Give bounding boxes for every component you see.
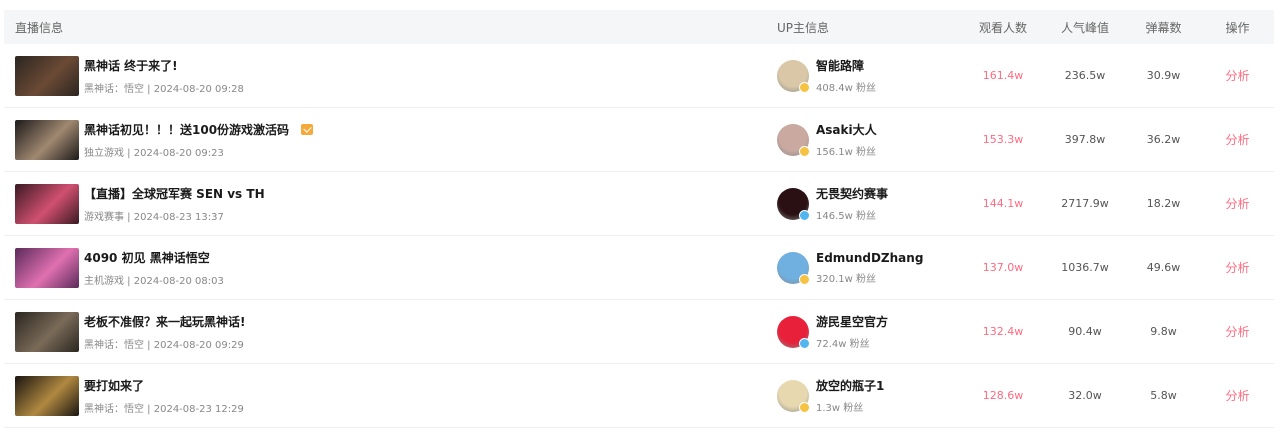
header-up-info: UP主信息 (777, 20, 830, 35)
live-thumbnail[interactable] (15, 247, 79, 288)
analyze-button[interactable]: 分析 (1201, 323, 1274, 340)
live-info-cell[interactable]: 黑神话 终于来了! 黑神话：悟空 | 2024-08-20 09:28 (4, 55, 772, 96)
fans-count: 146.5w 粉丝 (816, 211, 876, 222)
up-name[interactable]: EdmundDZhang (816, 251, 923, 265)
viewers-count: 132.4w (982, 325, 1024, 338)
verified-icon (799, 337, 810, 349)
live-category-time: 独立游戏 | 2024-08-20 09:23 (84, 147, 224, 159)
fans-count: 320.1w 粉丝 (816, 273, 876, 285)
live-thumbnail[interactable] (15, 311, 79, 352)
analyze-button[interactable]: 分析 (1201, 387, 1274, 404)
table-row[interactable]: 黑神话 终于来了! 黑神话：悟空 | 2024-08-20 09:28 智能路障… (4, 44, 1274, 108)
table-header: 直播信息 UP主信息 观看人数 人气峰值 弹幕数 操作 (4, 10, 1274, 44)
avatar[interactable] (777, 123, 810, 157)
up-info-cell[interactable]: 放空的瓶子1 1.3w 粉丝 (772, 377, 962, 414)
verified-icon (799, 401, 810, 413)
live-info-cell[interactable]: 黑神话初见！！！送100份游戏激活码 独立游戏 | 2024-08-20 09:… (4, 119, 772, 160)
live-info-cell[interactable]: 要打如来了 黑神话：悟空 | 2024-08-23 12:29 (4, 375, 772, 416)
live-thumbnail[interactable] (15, 375, 79, 416)
header-danmaku: 弹幕数 (1145, 20, 1182, 35)
table-row[interactable]: 要打如来了 黑神话：悟空 | 2024-08-23 12:29 放空的瓶子1 1… (4, 364, 1274, 428)
danmaku-count: 30.9w (1146, 69, 1181, 82)
up-info-cell[interactable]: 游民星空官方 72.4w 粉丝 (772, 313, 962, 350)
reward-bag-icon (301, 123, 314, 135)
up-name[interactable]: 游民星空官方 (816, 313, 888, 330)
up-name[interactable]: 智能路障 (816, 57, 876, 74)
verified-icon (799, 209, 810, 221)
live-thumbnail[interactable] (15, 183, 79, 224)
fans-count: 156.1w 粉丝 (816, 147, 876, 158)
analyze-button[interactable]: 分析 (1201, 259, 1274, 276)
live-title[interactable]: 【直播】全球冠军赛 SEN vs TH (84, 185, 265, 202)
header-action: 操作 (1225, 20, 1250, 35)
peak-count: 32.0w (1068, 389, 1102, 402)
danmaku-count: 18.2w (1146, 197, 1181, 210)
peak-count: 90.4w (1068, 325, 1102, 338)
up-info-cell[interactable]: Asaki大人 156.1w 粉丝 (772, 121, 962, 158)
live-category-time: 黑神话：悟空 | 2024-08-23 12:29 (84, 403, 244, 415)
viewers-count: 137.0w (982, 261, 1024, 274)
live-thumbnail[interactable] (15, 55, 79, 96)
peak-count: 236.5w (1064, 69, 1106, 82)
avatar[interactable] (777, 187, 810, 221)
danmaku-count: 5.8w (1150, 389, 1177, 402)
avatar[interactable] (777, 251, 810, 285)
live-category-time: 黑神话：悟空 | 2024-08-20 09:29 (84, 339, 244, 351)
live-title[interactable]: 要打如来了 (84, 377, 144, 394)
header-viewers: 观看人数 (978, 20, 1027, 35)
danmaku-count: 36.2w (1146, 133, 1181, 146)
up-name[interactable]: 放空的瓶子1 (816, 377, 884, 394)
danmaku-count: 9.8w (1150, 325, 1177, 338)
live-category-time: 黑神话：悟空 | 2024-08-20 09:28 (84, 83, 244, 95)
table-row[interactable]: 4090 初见 黑神话悟空 主机游戏 | 2024-08-20 08:03 Ed… (4, 236, 1274, 300)
live-title[interactable]: 老板不准假？来一起玩黑神话! (84, 313, 245, 330)
table-row[interactable]: 【直播】全球冠军赛 SEN vs TH 游戏赛事 | 2024-08-23 13… (4, 172, 1274, 236)
live-ranking-table: 直播信息 UP主信息 观看人数 人气峰值 弹幕数 操作 黑神话 终于来了! 黑神… (4, 10, 1274, 428)
table-body: 黑神话 终于来了! 黑神话：悟空 | 2024-08-20 09:28 智能路障… (4, 44, 1274, 428)
up-info-cell[interactable]: 无畏契约赛事 146.5w 粉丝 (772, 185, 962, 222)
peak-count: 2717.9w (1061, 197, 1109, 210)
fans-count: 1.3w 粉丝 (816, 403, 864, 414)
header-peak: 人气峰值 (1060, 20, 1109, 35)
verified-icon (799, 81, 810, 93)
live-thumbnail[interactable] (15, 119, 79, 160)
danmaku-count: 49.6w (1146, 261, 1181, 274)
live-info-cell[interactable]: 老板不准假？来一起玩黑神话! 黑神话：悟空 | 2024-08-20 09:29 (4, 311, 772, 352)
analyze-button[interactable]: 分析 (1201, 131, 1274, 148)
live-category-time: 主机游戏 | 2024-08-20 08:03 (84, 275, 224, 287)
avatar[interactable] (777, 379, 810, 413)
peak-count: 397.8w (1064, 133, 1106, 146)
live-info-cell[interactable]: 【直播】全球冠军赛 SEN vs TH 游戏赛事 | 2024-08-23 13… (4, 183, 772, 224)
header-live-info: 直播信息 (15, 20, 64, 35)
avatar[interactable] (777, 59, 810, 93)
live-info-cell[interactable]: 4090 初见 黑神话悟空 主机游戏 | 2024-08-20 08:03 (4, 247, 772, 288)
verified-icon (799, 273, 810, 285)
up-name[interactable]: 无畏契约赛事 (816, 185, 888, 202)
live-category-time: 游戏赛事 | 2024-08-23 13:37 (84, 211, 224, 223)
viewers-count: 161.4w (982, 69, 1024, 82)
peak-count: 1036.7w (1061, 261, 1109, 274)
viewers-count: 128.6w (982, 389, 1024, 402)
viewers-count: 144.1w (982, 197, 1024, 210)
fans-count: 72.4w 粉丝 (816, 339, 870, 350)
table-row[interactable]: 老板不准假？来一起玩黑神话! 黑神话：悟空 | 2024-08-20 09:29… (4, 300, 1274, 364)
up-info-cell[interactable]: EdmundDZhang 320.1w 粉丝 (772, 251, 962, 285)
live-title[interactable]: 黑神话初见！！！送100份游戏激活码 (84, 121, 289, 138)
analyze-button[interactable]: 分析 (1201, 195, 1274, 212)
verified-icon (799, 145, 810, 157)
live-title[interactable]: 4090 初见 黑神话悟空 (84, 249, 210, 266)
up-name[interactable]: Asaki大人 (816, 121, 877, 138)
fans-count: 408.4w 粉丝 (816, 83, 876, 94)
table-row[interactable]: 黑神话初见！！！送100份游戏激活码 独立游戏 | 2024-08-20 09:… (4, 108, 1274, 172)
live-title[interactable]: 黑神话 终于来了! (84, 57, 178, 74)
up-info-cell[interactable]: 智能路障 408.4w 粉丝 (772, 57, 962, 94)
analyze-button[interactable]: 分析 (1201, 67, 1274, 84)
avatar[interactable] (777, 315, 810, 349)
viewers-count: 153.3w (982, 133, 1024, 146)
